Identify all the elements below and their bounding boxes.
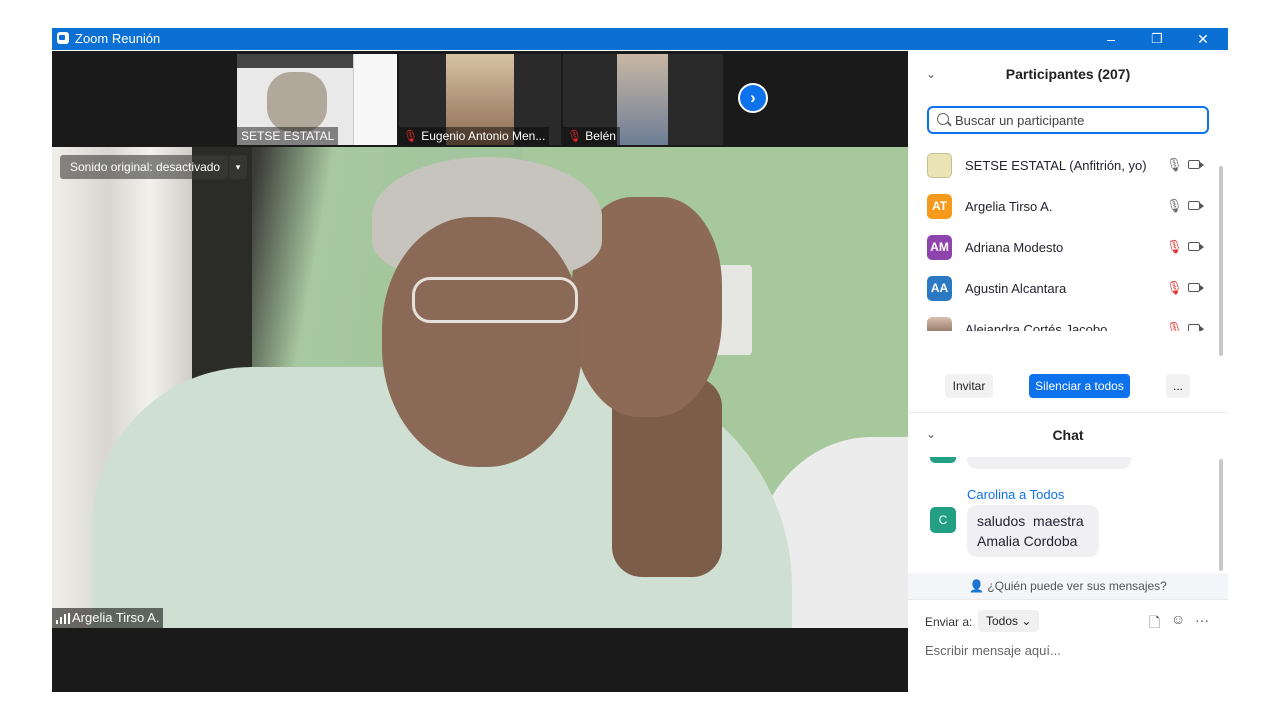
avatar: AA [927, 276, 952, 301]
participant-name: Adriana Modesto [965, 240, 1064, 255]
chat-title: Chat [1052, 427, 1084, 443]
muted-mic-icon[interactable]: 🎙 [1166, 280, 1183, 296]
participants-scrollbar[interactable] [1219, 166, 1223, 356]
participant-name: Argelia Tirso A. [965, 199, 1053, 214]
mic-icon[interactable]: 🎙 [1166, 157, 1183, 173]
user-info-icon: 👤 [969, 579, 985, 593]
video-off-icon[interactable] [1188, 201, 1204, 210]
title-bar: Zoom Reunión – ❐ ✕ [52, 28, 1228, 50]
thumb-name: Eugenio Antonio Men... [421, 129, 546, 143]
avatar: C [930, 507, 956, 533]
message-text-line: Amalia Cordoba [977, 533, 1078, 549]
thumb-label: 🎙 Eugenio Antonio Men... [399, 127, 550, 145]
active-speaker-video: Sonido original: desactivado ▾ Argelia T… [52, 147, 908, 628]
file-icon[interactable]: 🗋 [1149, 612, 1160, 636]
participants-header: ⌄ Participantes (207) [908, 56, 1228, 92]
thumb-name: SETSE ESTATAL [237, 127, 339, 145]
message-text-line: saludos maestra [977, 513, 1084, 529]
chat-header: ⌄ Chat [908, 389, 1228, 443]
muted-mic-icon: 🎙 [403, 129, 419, 143]
message-visibility-text: ¿Quién puede ver sus mensajes? [987, 579, 1167, 593]
search-input[interactable] [955, 110, 1195, 130]
mic-icon[interactable]: 🎙 [1166, 198, 1183, 214]
avatar: AT [927, 194, 952, 219]
muted-mic-icon[interactable]: 🎙 [1166, 239, 1183, 255]
participant-name: Alejandra Cortés Jacobo [965, 322, 1108, 331]
message-sender[interactable]: Carolina a Todos [967, 487, 1064, 502]
video-off-icon[interactable] [1188, 242, 1204, 251]
chat-scrollbar[interactable] [1219, 459, 1223, 571]
search-icon [937, 113, 949, 125]
video-person-glasses [412, 277, 578, 323]
window-title: Zoom Reunión [75, 31, 161, 46]
zoom-logo-icon [57, 32, 69, 44]
video-person-face [382, 217, 582, 467]
participant-row[interactable]: AT Argelia Tirso A. 🎙 [908, 186, 1218, 227]
send-to-select[interactable]: Todos ⌄ [978, 610, 1040, 632]
shared-window-preview [353, 54, 397, 145]
chat-message-input[interactable] [925, 640, 1215, 660]
thumb-person-image [267, 72, 327, 132]
emoji-icon[interactable]: ☺ [1171, 611, 1185, 627]
prev-message-avatar [930, 457, 956, 463]
original-sound-dropdown[interactable]: ▾ [229, 155, 247, 179]
gallery-thumb-setse[interactable]: SETSE ESTATAL [237, 54, 397, 145]
chat-message-bubble: saludos maestra Amalia Cordoba [967, 505, 1099, 557]
gallery-thumb-eugenio[interactable]: 🎙 Eugenio Antonio Men... [399, 54, 561, 145]
thumb-name: Belén [585, 129, 616, 143]
avatar [927, 153, 952, 178]
thumb-label: 🎙 Belén [563, 127, 620, 145]
participant-list: SETSE ESTATAL (Anfitrión, yo) 🎙 AT Argel… [908, 145, 1218, 331]
side-panel: ⌄ Participantes (207) SETSE ESTATAL (Anf… [908, 51, 1228, 692]
minimize-button[interactable]: – [1088, 28, 1134, 50]
gallery-thumb-belen[interactable]: 🎙 Belén [563, 54, 723, 145]
message-visibility-info[interactable]: 👤 ¿Quién puede ver sus mensajes? [908, 573, 1228, 599]
speaker-name-label: Argelia Tirso A. [52, 608, 164, 628]
original-sound-toggle[interactable]: Sonido original: desactivado [60, 155, 229, 179]
video-off-icon[interactable] [1188, 160, 1204, 169]
video-off-icon[interactable] [1188, 283, 1204, 292]
close-button[interactable]: ✕ [1180, 28, 1226, 50]
speaker-name: Argelia Tirso A. [72, 610, 160, 625]
restore-button[interactable]: ❐ [1134, 28, 1180, 50]
avatar [927, 317, 952, 331]
participant-row[interactable]: Alejandra Cortés Jacobo 🎙 [908, 309, 1218, 331]
prev-message-bubble [967, 457, 1131, 469]
participant-row[interactable]: AM Adriana Modesto 🎙 [908, 227, 1218, 268]
muted-mic-icon[interactable]: 🎙 [1166, 321, 1183, 331]
participant-search[interactable] [927, 106, 1209, 134]
zoom-window: Zoom Reunión – ❐ ✕ SETSE ESTATAL 🎙 Eugeni… [52, 28, 1228, 692]
signal-strength-icon [56, 613, 70, 624]
thumb-person-image [617, 54, 668, 145]
participant-row[interactable]: SETSE ESTATAL (Anfitrión, yo) 🎙 [908, 145, 1218, 186]
video-off-icon[interactable] [1188, 324, 1204, 331]
muted-mic-icon: 🎙 [567, 129, 583, 143]
avatar: AM [927, 235, 952, 260]
send-to-label: Enviar a: [925, 615, 973, 629]
participant-row[interactable]: AA Agustin Alcantara 🎙 [908, 268, 1218, 309]
participant-name: Agustin Alcantara [965, 281, 1067, 296]
next-page-button[interactable]: › [738, 83, 768, 113]
participant-name: SETSE ESTATAL (Anfitrión, yo) [965, 158, 1147, 173]
video-area: SETSE ESTATAL 🎙 Eugenio Antonio Men... 🎙 B… [52, 51, 908, 692]
participants-title: Participantes (207) [1005, 66, 1131, 82]
section-divider [908, 599, 1228, 600]
more-icon[interactable]: ··· [1195, 612, 1209, 628]
